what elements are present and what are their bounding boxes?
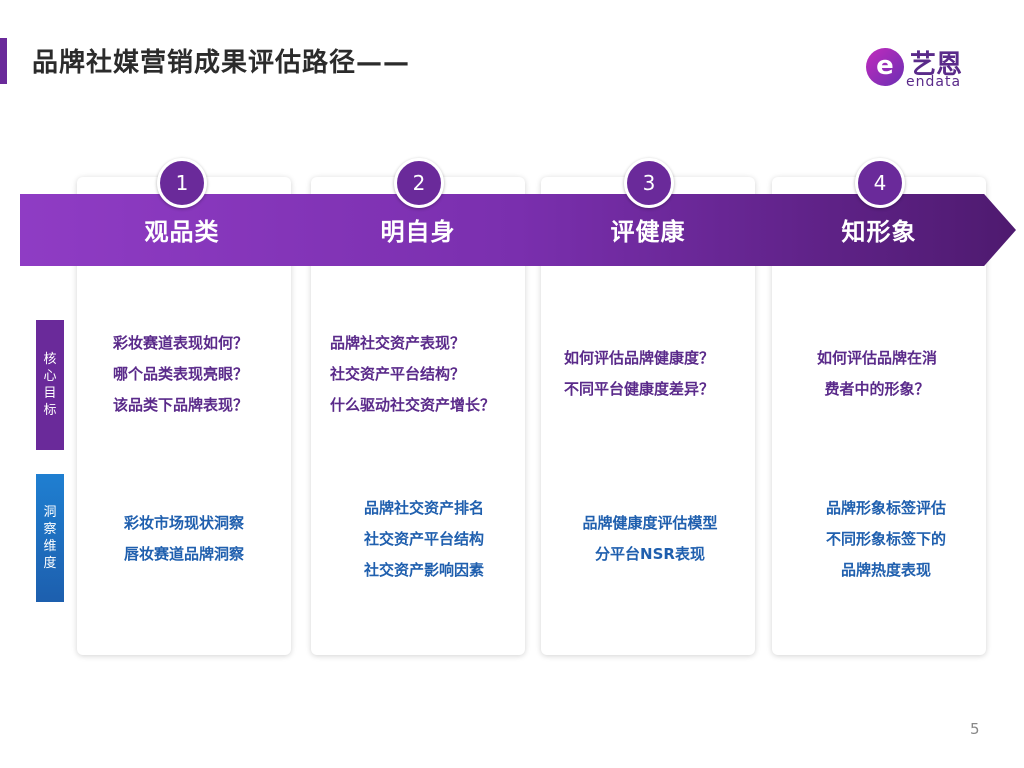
title-accent-bar — [0, 38, 7, 84]
insight-line: 分平台NSR表现 — [595, 545, 705, 563]
side-label-char: 标 — [43, 403, 57, 418]
goal-line: 彩妆赛道表现如何？ — [113, 334, 249, 352]
step-3-insights: 品牌健康度评估模型 分平台NSR表现 — [543, 508, 757, 570]
step-title-3: 评健康 — [610, 218, 686, 246]
step-number-4: 4 — [855, 158, 905, 208]
side-label-char: 度 — [43, 556, 57, 571]
insight-line: 社交资产影响因素 — [363, 561, 484, 579]
page-title: 品牌社媒营销成果评估路径—— — [32, 48, 411, 78]
step-3-goals: 如何评估品牌健康度？ 不同平台健康度差异？ — [564, 343, 714, 405]
step-number-2: 2 — [394, 158, 444, 208]
step-number-3: 3 — [624, 158, 674, 208]
step-4-insights: 品牌形象标签评估 不同形象标签下的 品牌热度表现 — [779, 493, 993, 586]
step-title-4: 知形象 — [841, 218, 917, 246]
insight-line: 品牌健康度评估模型 — [582, 514, 718, 532]
endata-logo: e 艺恩 endata — [866, 44, 986, 90]
step-title-1: 观品类 — [144, 218, 220, 246]
step-2-goals: 品牌社交资产表现？ 社交资产平台结构？ 什么驱动社交资产增长？ — [330, 328, 495, 421]
step-1-goals: 彩妆赛道表现如何？ 哪个品类表现亮眼？ 该品类下品牌表现？ — [113, 328, 248, 421]
goal-line: 什么驱动社交资产增长？ — [330, 396, 496, 414]
step-2-insights: 品牌社交资产排名 社交资产平台结构 社交资产影响因素 — [317, 493, 531, 586]
side-label-core-goal: 核 心 目 标 — [36, 320, 64, 450]
side-label-char: 维 — [43, 539, 57, 554]
goal-line: 社交资产平台结构？ — [330, 365, 466, 383]
logo-en-text: endata — [906, 74, 962, 90]
insight-line: 不同形象标签下的 — [825, 530, 946, 548]
endata-logo-icon: e — [866, 48, 904, 86]
step-1-insights: 彩妆市场现状洞察 唇妆赛道品牌洞察 — [77, 508, 291, 570]
goal-line: 不同平台健康度差异？ — [564, 380, 715, 398]
insight-line: 品牌热度表现 — [840, 561, 931, 579]
side-label-char: 核 — [43, 352, 57, 367]
insight-line: 彩妆市场现状洞察 — [123, 514, 244, 532]
side-label-char: 心 — [43, 369, 57, 384]
side-label-insight-dimension: 洞 察 维 度 — [36, 474, 64, 602]
step-4-goals: 如何评估品牌在消 费者中的形象？ — [817, 343, 937, 405]
insight-line: 唇妆赛道品牌洞察 — [123, 545, 244, 563]
goal-line: 费者中的形象？ — [824, 380, 930, 398]
step-number-1: 1 — [157, 158, 207, 208]
page-number: 5 — [970, 720, 980, 738]
side-label-char: 目 — [43, 386, 57, 401]
goal-line: 哪个品类表现亮眼？ — [113, 365, 249, 383]
side-label-char: 洞 — [43, 505, 57, 520]
side-label-char: 察 — [43, 522, 57, 537]
goal-line: 品牌社交资产表现？ — [330, 334, 466, 352]
goal-line: 如何评估品牌健康度？ — [564, 349, 715, 367]
insight-line: 品牌社交资产排名 — [363, 499, 484, 517]
goal-line: 该品类下品牌表现？ — [113, 396, 249, 414]
insight-line: 品牌形象标签评估 — [825, 499, 946, 517]
insight-line: 社交资产平台结构 — [363, 530, 484, 548]
step-title-2: 明自身 — [380, 218, 456, 246]
goal-line: 如何评估品牌在消 — [817, 349, 938, 367]
